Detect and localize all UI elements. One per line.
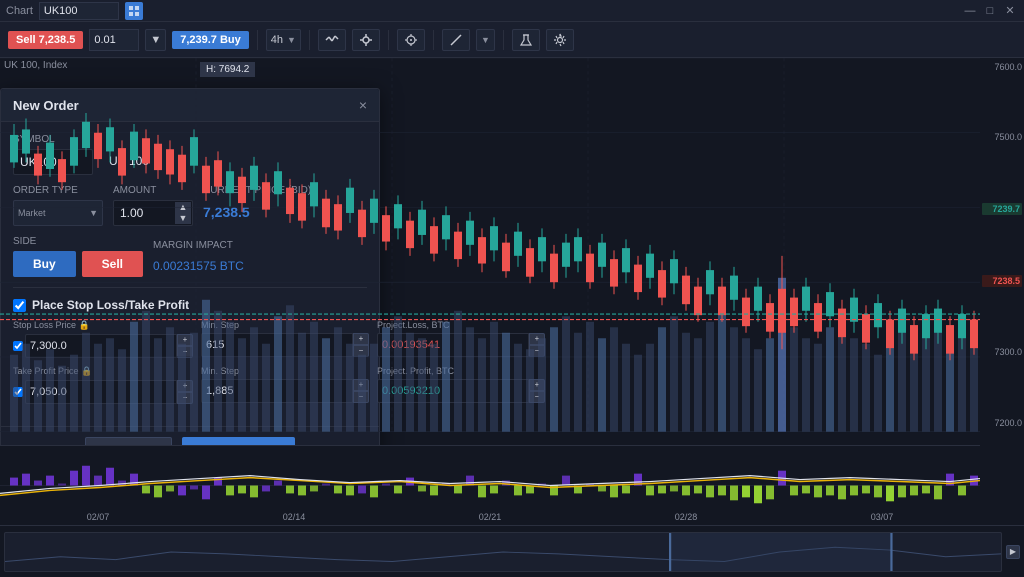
x-label-4: 02/28: [675, 512, 698, 522]
price-label-red: 7238.5: [982, 275, 1022, 287]
chart-label: Chart: [6, 5, 33, 17]
x-label-2: 02/14: [283, 512, 306, 522]
y-label-2: 7500.0: [982, 132, 1022, 142]
mini-chart[interactable]: [4, 532, 1002, 572]
symbol-search-input[interactable]: [39, 2, 119, 20]
app-container: Chart — □ ✕ Sell 7,238.5 ▼ 7,239.7 Buy 4…: [0, 0, 1024, 577]
timeframe-label: 4h: [271, 34, 283, 46]
y-label-5: 7200.0: [982, 418, 1022, 428]
line-dropdown[interactable]: ▼: [476, 29, 495, 51]
lot-dropdown[interactable]: ▼: [145, 29, 166, 51]
timeframe-dropdown[interactable]: 4h ▼: [266, 29, 301, 51]
buy-button[interactable]: 7,239.7 Buy: [172, 31, 249, 49]
bottom-nav: ▶: [0, 525, 1024, 577]
close-btn[interactable]: ✕: [1002, 3, 1018, 19]
x-label-3: 02/21: [479, 512, 502, 522]
separator3: [388, 30, 389, 50]
index-label: UK 100, Index: [4, 60, 67, 71]
top-bar: Chart — □ ✕: [0, 0, 1024, 22]
x-axis: 02/07 02/14 02/21 02/28 03/07: [0, 509, 980, 525]
maximize-btn[interactable]: □: [982, 3, 998, 19]
x-label-1: 02/07: [87, 512, 110, 522]
separator4: [433, 30, 434, 50]
scroll-right-btn[interactable]: ▶: [1006, 545, 1020, 559]
flask-btn[interactable]: [512, 29, 540, 51]
chart-area: 7600.0 7500.0 7239.7 7238.5 7300.0 7200.…: [0, 58, 1024, 577]
minimize-btn[interactable]: —: [962, 3, 978, 19]
symbol-icon[interactable]: [125, 2, 143, 20]
separator2: [309, 30, 310, 50]
high-label: H: 7694.2: [200, 62, 255, 77]
separator: [257, 30, 258, 50]
x-label-5: 03/07: [871, 512, 894, 522]
drawing-btn[interactable]: [352, 29, 380, 51]
price-label-green: 7239.7: [982, 203, 1022, 215]
settings-btn[interactable]: [546, 29, 574, 51]
indicators-btn[interactable]: [318, 29, 346, 51]
separator5: [503, 30, 504, 50]
y-label-1: 7600.0: [982, 62, 1022, 72]
y-axis: 7600.0 7500.0 7239.7 7238.5 7300.0 7200.…: [980, 58, 1024, 432]
scroll-controls: ▶: [1006, 545, 1020, 559]
main-toolbar: Sell 7,238.5 ▼ 7,239.7 Buy 4h ▼ ▼: [0, 22, 1024, 58]
cursor-btn[interactable]: [397, 29, 425, 51]
sell-button[interactable]: Sell 7,238.5: [8, 31, 83, 49]
price-chart-svg: [0, 58, 980, 432]
window-controls: — □ ✕: [962, 3, 1018, 19]
line-tool-btn[interactable]: [442, 29, 470, 51]
y-label-4: 7300.0: [982, 347, 1022, 357]
lot-size-input[interactable]: [89, 29, 139, 51]
